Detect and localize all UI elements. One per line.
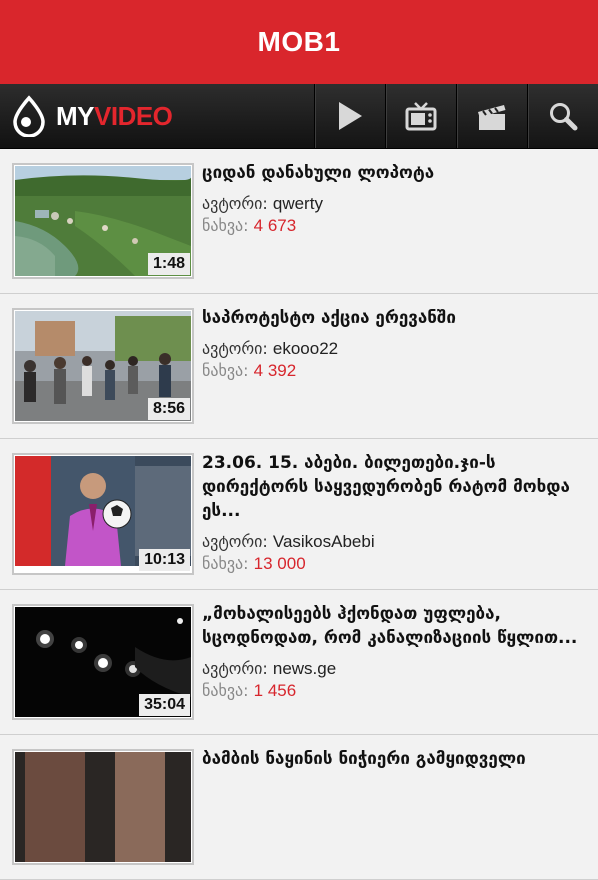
video-title[interactable]: ციდან დანახული ლოპოტა [202, 161, 586, 185]
video-item[interactable]: 10:13 23.06. 15. აბები. ბილეთები.ჯი-ს დი… [0, 439, 598, 590]
video-views: 1 456 [253, 681, 297, 700]
clapperboard-icon [478, 105, 506, 130]
search-icon [550, 103, 578, 131]
tv-button[interactable] [385, 84, 456, 148]
views-label: ნახვა: [202, 361, 249, 380]
video-views: 4 392 [253, 361, 297, 380]
video-duration: 8:56 [147, 398, 190, 420]
video-author[interactable]: qwerty [273, 194, 323, 213]
thumbnail-ice-cream-seller [15, 752, 191, 862]
views-label: ნახვა: [202, 681, 249, 700]
video-item[interactable]: 35:04 „მოხალისეებს ჰქონდათ უფლება, სცოდნ… [0, 590, 598, 735]
logo-drop-icon [13, 95, 45, 137]
video-views: 4 673 [253, 216, 297, 235]
video-title[interactable]: 23.06. 15. აბები. ბილეთები.ჯი-ს დირექტორ… [202, 451, 586, 523]
video-thumbnail[interactable]: 8:56 [12, 308, 194, 424]
video-duration: 10:13 [139, 549, 190, 571]
tv-icon [405, 102, 437, 131]
video-views: 13 000 [253, 554, 306, 573]
video-title[interactable]: საპროტესტო აქცია ერევანში [202, 306, 586, 330]
search-button[interactable] [527, 84, 598, 148]
video-item[interactable]: 8:56 საპროტესტო აქცია ერევანში ავტორი: e… [0, 294, 598, 439]
video-item[interactable]: 1:48 ციდან დანახული ლოპოტა ავტორი: qwert… [0, 149, 598, 294]
video-thumbnail[interactable]: 1:48 [12, 163, 194, 279]
video-thumbnail[interactable] [12, 749, 194, 865]
myvideo-logo[interactable]: MYVIDEO [0, 84, 314, 148]
views-label: ნახვა: [202, 554, 249, 573]
author-label: ავტორი: [202, 532, 268, 551]
video-thumbnail[interactable]: 10:13 [12, 453, 194, 575]
logo-my-text: MY [56, 100, 95, 131]
author-label: ავტორი: [202, 194, 268, 213]
video-title[interactable]: „მოხალისეებს ჰქონდათ უფლება, სცოდნოდათ, … [202, 602, 586, 650]
video-title[interactable]: ბამბის ნაყინის ნიჭიერი გამყიდველი [202, 747, 586, 771]
play-button[interactable] [314, 84, 385, 148]
movies-button[interactable] [456, 84, 527, 148]
play-icon [339, 102, 362, 130]
author-label: ავტორი: [202, 339, 268, 358]
video-duration: 35:04 [139, 694, 190, 716]
video-author[interactable]: news.ge [273, 659, 336, 678]
nav-bar: MYVIDEO [0, 84, 598, 149]
video-item[interactable]: ბამბის ნაყინის ნიჭიერი გამყიდველი [0, 735, 598, 880]
app-header: MOB1 [0, 0, 598, 84]
author-label: ავტორი: [202, 659, 268, 678]
video-author[interactable]: ekooo22 [273, 339, 338, 358]
views-label: ნახვა: [202, 216, 249, 235]
video-list: 1:48 ციდან დანახული ლოპოტა ავტორი: qwert… [0, 149, 598, 880]
video-author[interactable]: VasikosAbebi [273, 532, 375, 551]
app-title: MOB1 [257, 26, 341, 57]
logo-video-text: VIDEO [94, 100, 173, 131]
video-duration: 1:48 [147, 253, 190, 275]
video-thumbnail[interactable]: 35:04 [12, 604, 194, 720]
